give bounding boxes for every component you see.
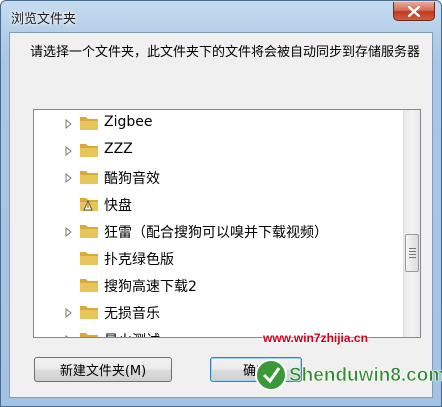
expand-arrow-icon[interactable] — [65, 119, 73, 129]
tree-item[interactable]: ZZZ — [34, 138, 400, 164]
tree-item[interactable]: 扑克绿色版 — [34, 246, 400, 272]
folder-icon — [80, 333, 98, 337]
browse-folder-dialog: 浏览文件夹 请选择一个文件夹，此文件夹下的文件将会被自动同步到存储服务器 Zig… — [0, 0, 442, 407]
folder-icon — [80, 306, 98, 319]
folder-icon — [80, 171, 98, 184]
instruction-text: 请选择一个文件夹，此文件夹下的文件将会被自动同步到存储服务器 — [30, 45, 421, 60]
tree-item[interactable]: 快盘 — [34, 192, 400, 218]
watermark-logo: Shenduwin8.com — [255, 359, 442, 391]
tree-item-label: ZZZ — [104, 141, 133, 157]
tree-item[interactable]: 狂雷（配合搜狗可以嗅并下载视频） — [34, 219, 400, 245]
folder-icon — [80, 252, 98, 265]
kuaipan-folder-icon — [80, 198, 98, 211]
tree-item[interactable]: 无损音乐 — [34, 300, 400, 326]
watermark-logo-text: Shenduwin8.com — [289, 365, 442, 386]
expand-arrow-icon[interactable] — [65, 227, 73, 237]
tree-item[interactable]: 酷狗音效 — [34, 165, 400, 191]
close-icon — [408, 5, 420, 17]
folder-tree[interactable]: Zigbee ZZZ 酷狗音效快盘狂雷（配合搜狗可以嗅并下载视频） 扑克绿色版搜狗高速… — [33, 109, 421, 338]
tree-item-label: 搜狗高速下载2 — [104, 279, 197, 295]
tree-item-label: Zigbee — [104, 114, 153, 130]
tree-item-label: 狂雷（配合搜狗可以嗅并下载视频） — [104, 225, 328, 241]
tree-item-label: 酷狗音效 — [104, 171, 160, 187]
window-title: 浏览文件夹 — [11, 12, 77, 27]
folder-icon — [80, 117, 98, 130]
expand-arrow-icon[interactable] — [65, 146, 73, 156]
folder-icon — [80, 225, 98, 238]
tree-item[interactable]: Zigbee — [34, 111, 400, 137]
tree-item-label: 扑克绿色版 — [104, 252, 174, 268]
tree-item-label: 星火测试 — [104, 330, 160, 337]
scrollbar-thumb[interactable] — [405, 234, 419, 272]
vertical-scrollbar[interactable] — [403, 110, 420, 337]
title-bar[interactable]: 浏览文件夹 — [1, 1, 441, 33]
expand-arrow-icon[interactable] — [65, 308, 73, 318]
tree-item-label: 快盘 — [104, 198, 132, 214]
close-button[interactable] — [393, 2, 435, 21]
folder-icon — [80, 279, 98, 292]
tree-item-label: 无损音乐 — [104, 306, 160, 322]
expand-arrow-icon[interactable] — [65, 173, 73, 183]
tree-item[interactable]: 搜狗高速下载2 — [34, 273, 400, 299]
folder-icon — [80, 144, 98, 157]
expand-arrow-icon[interactable] — [65, 335, 73, 338]
new-folder-button[interactable]: 新建文件夹(M) — [34, 357, 172, 382]
